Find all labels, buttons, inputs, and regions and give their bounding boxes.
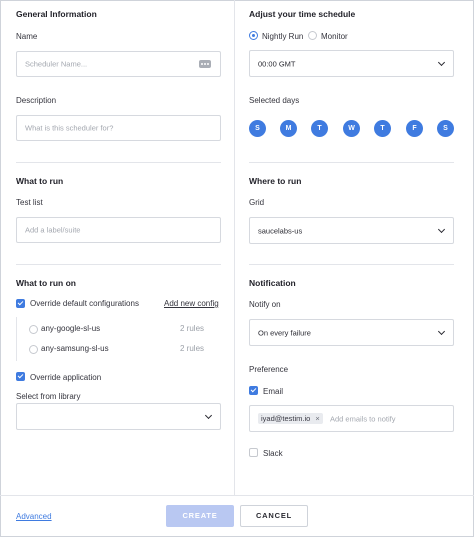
grid-select[interactable]: saucelabs-us: [249, 217, 454, 244]
description-input[interactable]: What is this scheduler for?: [16, 115, 221, 141]
general-information-heading: General Information: [16, 9, 97, 19]
time-select[interactable]: 00:00 GMT: [249, 50, 454, 77]
override-application-label: Override application: [30, 373, 102, 382]
description-placeholder: What is this scheduler for?: [25, 123, 114, 133]
override-application-checkbox[interactable]: [16, 372, 25, 381]
right-column: Adjust your time schedule Nightly Run Mo…: [235, 0, 472, 495]
name-placeholder: Scheduler Name...: [25, 59, 88, 69]
email-tag-text: iyad@testim.io: [261, 414, 311, 423]
day-toggle-tuesday[interactable]: T: [311, 120, 328, 137]
day-toggle-saturday[interactable]: S: [437, 120, 454, 137]
description-label: Description: [16, 96, 57, 105]
override-configurations-checkbox[interactable]: [16, 299, 25, 308]
email-placeholder: Add emails to notify: [330, 414, 396, 423]
notify-on-value: On every failure: [258, 328, 311, 337]
section-divider: [249, 162, 454, 163]
notify-on-select[interactable]: On every failure: [249, 319, 454, 346]
time-value: 00:00 GMT: [258, 59, 296, 68]
chevron-down-icon: [437, 58, 446, 67]
more-dots-icon[interactable]: [199, 60, 211, 68]
config-name: any-google-sl-us: [41, 324, 101, 333]
schedule-heading: Adjust your time schedule: [249, 9, 356, 19]
chevron-down-icon: [437, 225, 446, 234]
slack-checkbox[interactable]: [249, 448, 258, 457]
name-input[interactable]: Scheduler Name...: [16, 51, 221, 77]
chevron-down-icon: [204, 411, 213, 420]
config-radio[interactable]: [29, 345, 38, 354]
monitor-radio[interactable]: [308, 31, 317, 40]
advanced-link[interactable]: Advanced: [16, 512, 52, 521]
config-rules-count: 2 rules: [180, 344, 205, 353]
email-label: Email: [263, 387, 284, 396]
what-to-run-heading: What to run: [16, 176, 64, 186]
slack-label: Slack: [263, 449, 283, 458]
nightly-run-label: Nightly Run: [262, 32, 304, 41]
config-item[interactable]: any-google-sl-us 2 rules: [17, 319, 221, 340]
left-column: General Information Name Scheduler Name.…: [0, 0, 235, 495]
select-library-label: Select from library: [16, 392, 81, 401]
dialog-footer: Advanced CREATE CANCEL: [0, 495, 474, 537]
test-list-input[interactable]: Add a label/suite: [16, 217, 221, 243]
section-divider: [249, 264, 454, 265]
email-input[interactable]: iyad@testim.io × Add emails to notify: [249, 405, 454, 432]
preference-label: Preference: [249, 365, 289, 374]
email-checkbox[interactable]: [249, 386, 258, 395]
email-tag: iyad@testim.io ×: [258, 413, 323, 424]
day-toggle-friday[interactable]: F: [406, 120, 423, 137]
day-toggle-sunday[interactable]: S: [249, 120, 266, 137]
nightly-run-radio[interactable]: [249, 31, 258, 40]
email-tag-remove-icon[interactable]: ×: [315, 414, 319, 423]
test-list-label: Test list: [16, 198, 43, 207]
config-rules-count: 2 rules: [180, 324, 205, 333]
add-new-config-link[interactable]: Add new config: [164, 299, 219, 308]
config-radio[interactable]: [29, 325, 38, 334]
monitor-label: Monitor: [321, 32, 348, 41]
cancel-button[interactable]: CANCEL: [240, 505, 308, 527]
where-to-run-heading: Where to run: [249, 176, 302, 186]
test-list-placeholder: Add a label/suite: [25, 225, 81, 235]
day-toggle-thursday[interactable]: T: [374, 120, 391, 137]
override-configurations-label: Override default configurations: [30, 299, 139, 308]
grid-value: saucelabs-us: [258, 226, 303, 235]
selected-days-label: Selected days: [249, 96, 300, 105]
notification-heading: Notification: [249, 278, 296, 288]
config-list: any-google-sl-us 2 rules any-samsung-sl-…: [16, 317, 221, 361]
name-label: Name: [16, 32, 38, 41]
chevron-down-icon: [437, 327, 446, 336]
config-item[interactable]: any-samsung-sl-us 2 rules: [17, 339, 221, 360]
grid-label: Grid: [249, 198, 265, 207]
day-toggle-wednesday[interactable]: W: [343, 120, 360, 137]
day-toggle-monday[interactable]: M: [280, 120, 297, 137]
section-divider: [16, 162, 221, 163]
notify-on-label: Notify on: [249, 300, 281, 309]
section-divider: [16, 264, 221, 265]
library-select[interactable]: [16, 403, 221, 430]
create-button[interactable]: CREATE: [166, 505, 234, 527]
config-name: any-samsung-sl-us: [41, 344, 109, 353]
what-to-run-on-heading: What to run on: [16, 278, 76, 288]
